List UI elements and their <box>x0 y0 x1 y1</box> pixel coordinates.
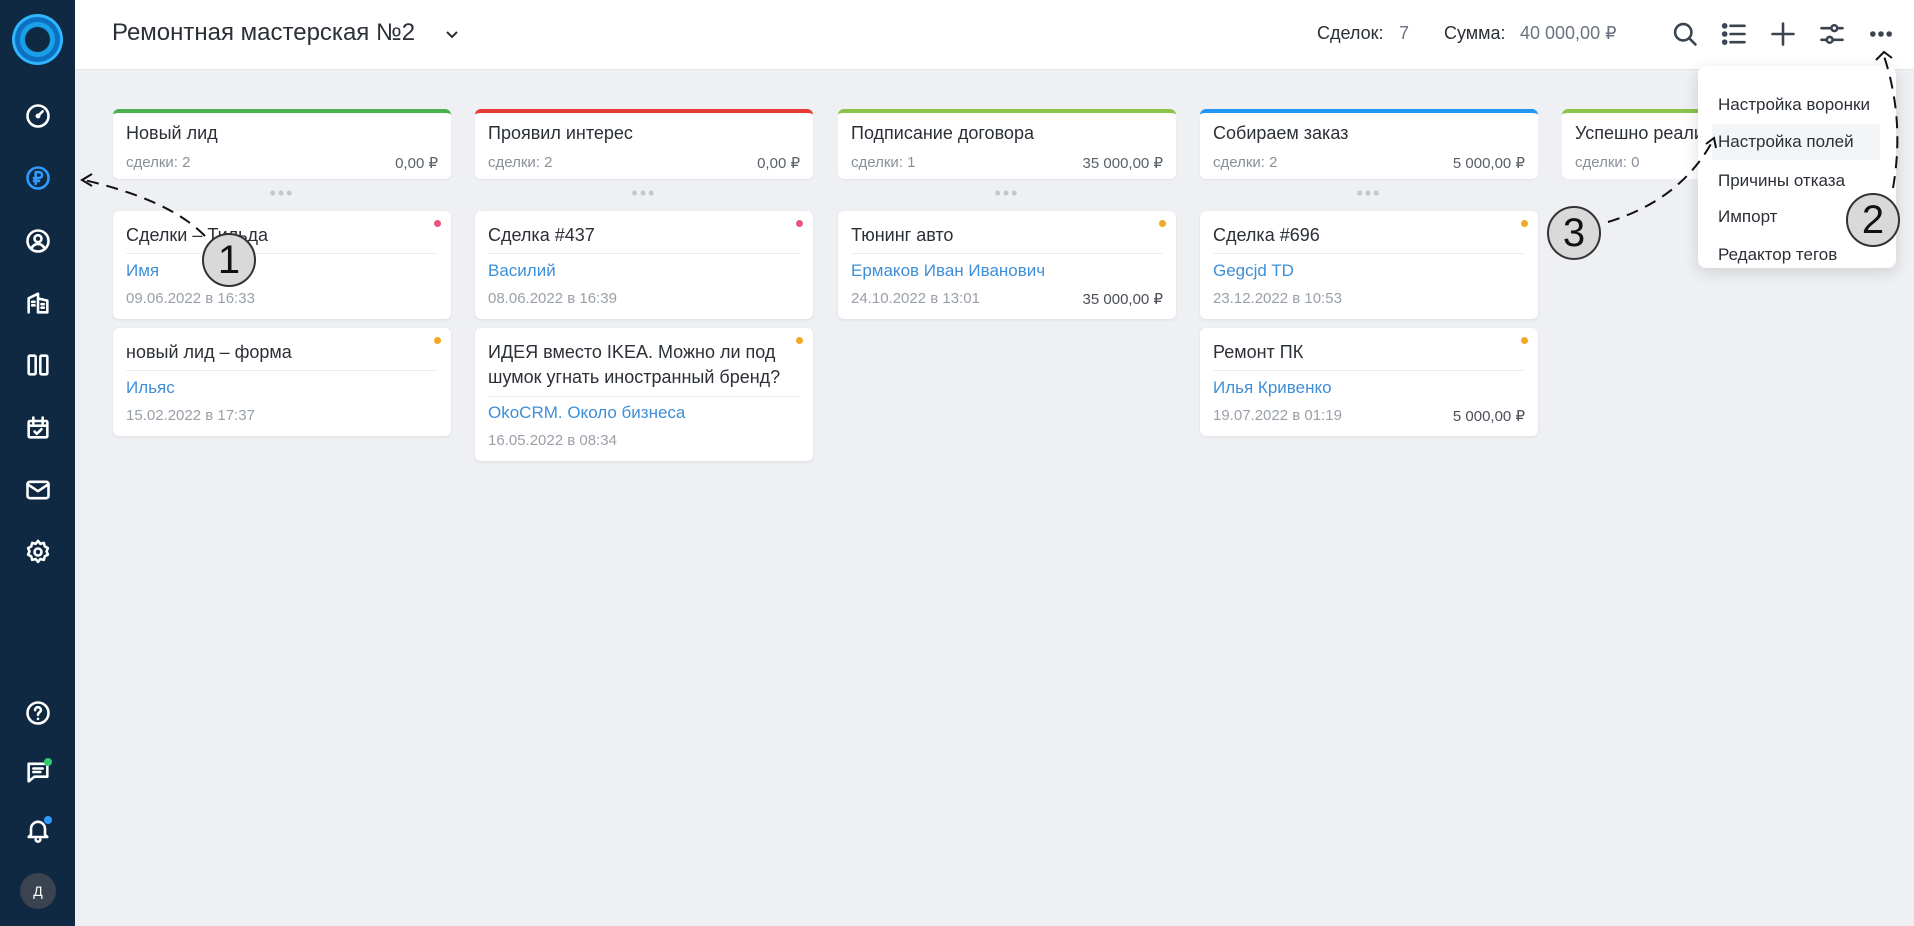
deal-title: Сделки – Тильда <box>126 225 269 245</box>
contacts-icon[interactable] <box>22 225 54 257</box>
kanban-icon[interactable] <box>22 349 54 381</box>
deal-contact[interactable]: Ильяс <box>126 378 175 398</box>
deal-card[interactable]: Тюнинг авто Ермаков Иван Иванович 24.10.… <box>838 211 1176 319</box>
stage-header[interactable]: Собираем заказ сделки: 2 5 000,00 ₽ <box>1200 109 1538 179</box>
deals-count-label: Сделок: <box>1317 23 1384 43</box>
deal-title: новый лид – форма <box>126 342 292 362</box>
chevron-down-icon[interactable] <box>442 24 462 44</box>
annotation-badge-3: 3 <box>1547 206 1601 260</box>
list-view-icon[interactable] <box>1718 18 1750 50</box>
deals-count-value: 7 <box>1399 23 1410 43</box>
chat-unread-dot <box>44 758 52 766</box>
add-icon[interactable] <box>1767 18 1799 50</box>
stage-count: сделки: 2 <box>126 154 191 171</box>
stage-title: Новый лид <box>126 123 218 143</box>
chat-icon[interactable] <box>22 756 54 788</box>
stage-title: Собираем заказ <box>1213 123 1349 143</box>
bell-icon[interactable] <box>22 814 54 846</box>
annotation-badge-2: 2 <box>1846 193 1900 247</box>
deal-date: 15.02.2022 в 17:37 <box>126 407 255 424</box>
deal-date: 19.07.2022 в 01:19 <box>1213 407 1342 424</box>
stage-count: сделки: 1 <box>851 154 916 171</box>
dashboard-icon[interactable] <box>22 100 54 132</box>
deal-contact[interactable]: Gegcjd TD <box>1213 261 1294 281</box>
deal-date: 09.06.2022 в 16:33 <box>126 290 255 307</box>
pipeline-title[interactable]: Ремонтная мастерская №2 <box>112 19 415 47</box>
drag-handle-icon[interactable]: ••• <box>1200 179 1538 207</box>
menu-item-field-settings[interactable]: Настройка полей <box>1712 124 1880 160</box>
deal-card[interactable]: ИДЕЯ вместо IKEA. Можно ли под шумок угн… <box>475 328 813 461</box>
calendar-icon[interactable] <box>22 412 54 444</box>
stage-count: сделки: 2 <box>1213 154 1278 171</box>
stage-sum: 0,00 ₽ <box>757 155 800 172</box>
header: Ремонтная мастерская №2 Сделок: 7 Сумма:… <box>75 0 1914 70</box>
mail-icon[interactable] <box>22 474 54 506</box>
stage-sum: 0,00 ₽ <box>395 155 438 172</box>
stage-column-success: Успешно реализовано сделки: 0 <box>1562 109 1702 179</box>
stage-header[interactable]: Новый лид сделки: 2 0,00 ₽ <box>113 109 451 179</box>
annotation-badge-1: 1 <box>202 233 256 287</box>
deal-card[interactable]: новый лид – форма Ильяс 15.02.2022 в 17:… <box>113 328 451 436</box>
deal-card[interactable]: Ремонт ПК Илья Кривенко 19.07.2022 в 01:… <box>1200 328 1538 436</box>
more-icon[interactable] <box>1865 18 1897 50</box>
avatar[interactable]: Д <box>20 873 56 909</box>
deal-title: Сделка #437 <box>488 225 595 245</box>
sidebar: Д <box>0 0 75 926</box>
settings-icon[interactable] <box>22 536 54 568</box>
sum-value: 40 000,00 ₽ <box>1520 23 1617 43</box>
search-icon[interactable] <box>1669 18 1701 50</box>
notification-dot <box>44 816 52 824</box>
stage-header[interactable]: Подписание договора сделки: 1 35 000,00 … <box>838 109 1176 179</box>
deal-card[interactable]: Сделка #696 Gegcjd TD 23.12.2022 в 10:53 <box>1200 211 1538 319</box>
deal-date: 16.05.2022 в 08:34 <box>488 432 617 449</box>
deal-contact[interactable]: Василий <box>488 261 556 281</box>
stage-title: Успешно реализовано <box>1575 123 1702 143</box>
stage-column-new-lead: Новый лид сделки: 2 0,00 ₽ ••• <box>113 109 451 207</box>
stage-count: сделки: 2 <box>488 154 553 171</box>
drag-handle-icon[interactable]: ••• <box>475 179 813 207</box>
stage-sum: 35 000,00 ₽ <box>1082 155 1163 172</box>
drag-handle-icon[interactable]: ••• <box>113 179 451 207</box>
stage-header[interactable]: Проявил интерес сделки: 2 0,00 ₽ <box>475 109 813 179</box>
deal-contact[interactable]: Илья Кривенко <box>1213 378 1332 398</box>
menu-item-pipeline-settings[interactable]: Настройка воронки <box>1698 87 1896 123</box>
deal-contact[interactable]: OkoCRM. Около бизнеса <box>488 403 685 423</box>
help-icon[interactable] <box>22 697 54 729</box>
stage-title: Проявил интерес <box>488 123 633 143</box>
stage-count: сделки: 0 <box>1575 154 1640 171</box>
filter-icon[interactable] <box>1816 18 1848 50</box>
deal-date: 23.12.2022 в 10:53 <box>1213 290 1342 307</box>
deal-title: ИДЕЯ вместо IKEA. Можно ли под шумок угн… <box>488 342 781 387</box>
deal-date: 24.10.2022 в 13:01 <box>851 290 980 307</box>
deals-ruble-icon[interactable] <box>22 162 54 194</box>
companies-icon[interactable] <box>22 287 54 319</box>
app-logo[interactable] <box>12 14 63 65</box>
arrowhead-1 <box>80 173 93 187</box>
stage-header[interactable]: Успешно реализовано сделки: 0 <box>1562 109 1702 179</box>
stage-column-contract: Подписание договора сделки: 1 35 000,00 … <box>838 109 1176 207</box>
stage-column-interest: Проявил интерес сделки: 2 0,00 ₽ ••• <box>475 109 813 207</box>
deal-title: Тюнинг авто <box>851 225 954 245</box>
deal-card[interactable]: Сделки – Тильда Имя 09.06.2022 в 16:33 <box>113 211 451 319</box>
deal-title: Сделка #696 <box>1213 225 1320 245</box>
deal-sum: 5 000,00 ₽ <box>1452 408 1525 425</box>
stage-column-order: Собираем заказ сделки: 2 5 000,00 ₽ ••• <box>1200 109 1538 207</box>
deal-sum: 35 000,00 ₽ <box>1082 291 1163 308</box>
deal-card[interactable]: Сделка #437 Василий 08.06.2022 в 16:39 <box>475 211 813 319</box>
deal-title: Ремонт ПК <box>1213 342 1304 362</box>
stage-sum: 5 000,00 ₽ <box>1452 155 1525 172</box>
deal-contact[interactable]: Ермаков Иван Иванович <box>851 261 1045 281</box>
sum-label: Сумма: <box>1444 23 1506 43</box>
stage-title: Подписание договора <box>851 123 1034 143</box>
drag-handle-icon[interactable]: ••• <box>838 179 1176 207</box>
deal-date: 08.06.2022 в 16:39 <box>488 290 617 307</box>
deal-contact[interactable]: Имя <box>126 261 159 281</box>
